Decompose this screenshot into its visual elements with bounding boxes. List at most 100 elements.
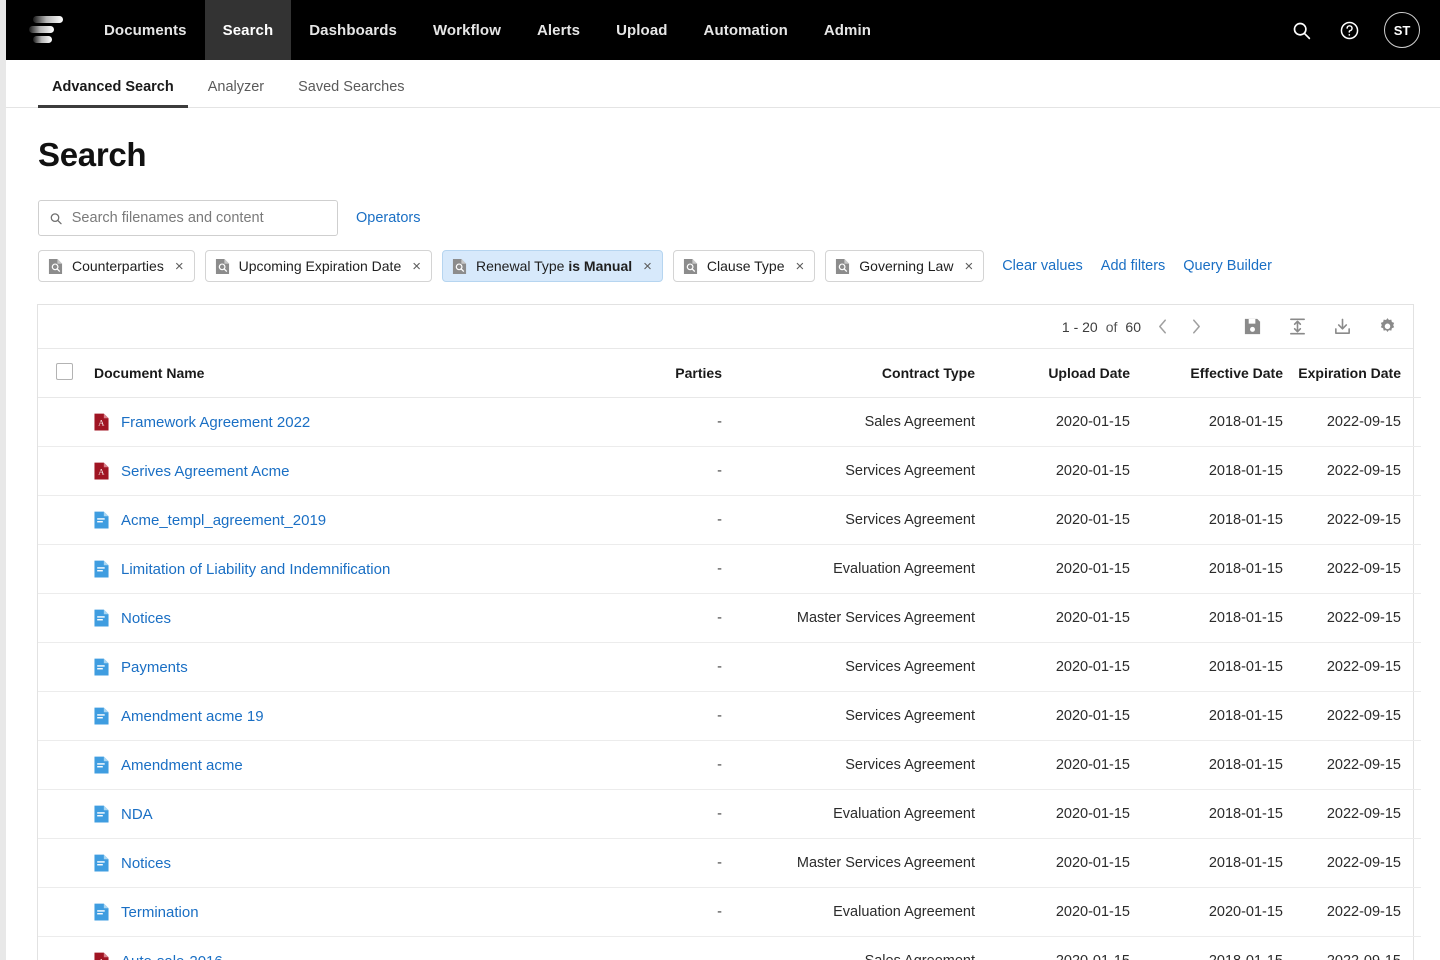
- filter-chip-governing-law[interactable]: Governing Law ×: [825, 250, 984, 282]
- column-header-document-name[interactable]: Document Name: [94, 349, 660, 398]
- column-header-expiration-date[interactable]: Expiration Date: [1283, 349, 1421, 398]
- chip-label: Governing Law: [859, 258, 953, 274]
- document-name-link[interactable]: Termination: [121, 904, 199, 921]
- close-icon[interactable]: ×: [964, 259, 973, 274]
- tab-advanced-search[interactable]: Advanced Search: [38, 79, 188, 107]
- download-icon[interactable]: [1333, 317, 1352, 336]
- document-name-link[interactable]: Amendment acme 19: [121, 708, 264, 725]
- table-row[interactable]: Notices-Master Services Agreement2020-01…: [38, 594, 1421, 643]
- filter-chip-counterparties[interactable]: Counterparties ×: [38, 250, 195, 282]
- table-row[interactable]: NDA-Evaluation Agreement2020-01-152018-0…: [38, 790, 1421, 839]
- add-filters-link[interactable]: Add filters: [1101, 258, 1165, 274]
- app-logo[interactable]: [6, 0, 86, 60]
- column-header-upload-date[interactable]: Upload Date: [975, 349, 1130, 398]
- row-select-cell: [38, 496, 94, 545]
- nav-item-alerts[interactable]: Alerts: [519, 0, 598, 60]
- parties-cell: -: [660, 790, 722, 839]
- column-header-parties[interactable]: Parties: [660, 349, 722, 398]
- doc-file-icon: [94, 658, 109, 676]
- row-height-icon[interactable]: [1288, 317, 1307, 336]
- svg-text:A: A: [98, 957, 105, 960]
- upload-date-cell: 2020-01-15: [975, 937, 1130, 960]
- document-name-link[interactable]: Amendment acme: [121, 757, 243, 774]
- contract-type-cell: Master Services Agreement: [722, 594, 975, 643]
- document-name-cell: NDA: [94, 790, 660, 839]
- table-row[interactable]: Acme_templ_agreement_2019-Services Agree…: [38, 496, 1421, 545]
- filter-chip-clause-type[interactable]: Clause Type ×: [673, 250, 815, 282]
- expiration-date-cell: 2022-09-15: [1283, 692, 1421, 741]
- close-icon[interactable]: ×: [175, 259, 184, 274]
- contract-type-cell: Master Services Agreement: [722, 839, 975, 888]
- column-header-effective-date[interactable]: Effective Date: [1130, 349, 1283, 398]
- search-input-container[interactable]: [38, 200, 338, 236]
- nav-item-workflow[interactable]: Workflow: [415, 0, 519, 60]
- table-row[interactable]: ASerives Agreement Acme-Services Agreeme…: [38, 447, 1421, 496]
- tab-saved-searches[interactable]: Saved Searches: [284, 79, 418, 107]
- close-icon[interactable]: ×: [643, 259, 652, 274]
- nav-label: Alerts: [537, 22, 580, 39]
- parties-cell: -: [660, 937, 722, 960]
- contract-type-cell: Evaluation Agreement: [722, 888, 975, 937]
- operators-link[interactable]: Operators: [356, 210, 420, 226]
- nav-item-dashboards[interactable]: Dashboards: [291, 0, 415, 60]
- row-select-cell: [38, 839, 94, 888]
- expiration-date-cell: 2022-09-15: [1283, 447, 1421, 496]
- table-row[interactable]: A Auto-sale-2016 -Sales Agreement2020-01-1…: [38, 937, 1421, 960]
- page-title: Search: [6, 108, 1440, 174]
- close-icon[interactable]: ×: [412, 259, 421, 274]
- pdf-file-icon: A: [94, 952, 109, 960]
- tab-analyzer[interactable]: Analyzer: [194, 79, 278, 107]
- save-icon[interactable]: [1243, 317, 1262, 336]
- contract-type-cell: Sales Agreement: [722, 937, 975, 960]
- document-name-link[interactable]: Payments: [121, 659, 188, 676]
- table-header-row: Document Name Parties Contract Type Uplo…: [38, 349, 1421, 398]
- table-row[interactable]: Amendment acme-Services Agreement2020-01…: [38, 741, 1421, 790]
- upload-date-cell: 2020-01-15: [975, 790, 1130, 839]
- filter-chip-upcoming-expiration-date[interactable]: Upcoming Expiration Date ×: [205, 250, 432, 282]
- nav-item-documents[interactable]: Documents: [86, 0, 205, 60]
- effective-date-cell: 2018-01-15: [1130, 643, 1283, 692]
- upload-date-cell: 2020-01-15: [975, 692, 1130, 741]
- search-input[interactable]: [72, 210, 327, 226]
- table-row[interactable]: Payments-Services Agreement2020-01-15201…: [38, 643, 1421, 692]
- contract-type-cell: Services Agreement: [722, 643, 975, 692]
- nav-item-upload[interactable]: Upload: [598, 0, 685, 60]
- chip-value: is Manual: [568, 258, 632, 274]
- clear-values-link[interactable]: Clear values: [1002, 258, 1083, 274]
- select-all-checkbox[interactable]: [56, 363, 73, 380]
- document-name-link[interactable]: Limitation of Liability and Indemnificat…: [121, 561, 390, 578]
- nav-item-automation[interactable]: Automation: [686, 0, 806, 60]
- filter-chip-renewal-type[interactable]: Renewal Type is Manual ×: [442, 250, 663, 282]
- table-row[interactable]: Amendment acme 19-Services Agreement2020…: [38, 692, 1421, 741]
- document-name-link[interactable]: Notices: [121, 855, 171, 872]
- chevron-left-icon[interactable]: [1149, 314, 1175, 340]
- query-builder-link[interactable]: Query Builder: [1183, 258, 1272, 274]
- document-name-cell: Notices: [94, 594, 660, 643]
- expiration-date-cell: 2022-09-15: [1283, 496, 1421, 545]
- column-header-contract-type[interactable]: Contract Type: [722, 349, 975, 398]
- svg-text:A: A: [98, 418, 105, 428]
- settings-gear-icon[interactable]: [1378, 317, 1397, 336]
- document-name-link[interactable]: NDA: [121, 806, 153, 823]
- table-row[interactable]: Notices-Master Services Agreement2020-01…: [38, 839, 1421, 888]
- primary-nav-items: Documents Search Dashboards Workflow Ale…: [86, 0, 889, 60]
- document-name-link[interactable]: Auto-sale-2016: [121, 953, 223, 960]
- table-row[interactable]: Limitation of Liability and Indemnificat…: [38, 545, 1421, 594]
- filter-doc-search-icon: [452, 258, 467, 275]
- table-row[interactable]: AFramework Agreement 2022-Sales Agreemen…: [38, 398, 1421, 447]
- contract-type-cell: Evaluation Agreement: [722, 545, 975, 594]
- help-circle-icon[interactable]: [1336, 17, 1362, 43]
- avatar[interactable]: ST: [1384, 12, 1420, 48]
- table-toolbar-icons: [1243, 317, 1397, 336]
- document-name-link[interactable]: Serives Agreement Acme: [121, 463, 289, 480]
- close-icon[interactable]: ×: [796, 259, 805, 274]
- parties-cell: -: [660, 496, 722, 545]
- document-name-link[interactable]: Framework Agreement 2022: [121, 414, 310, 431]
- table-row[interactable]: Termination-Evaluation Agreement2020-01-…: [38, 888, 1421, 937]
- nav-item-search[interactable]: Search: [205, 0, 292, 60]
- nav-item-admin[interactable]: Admin: [806, 0, 889, 60]
- chevron-right-icon[interactable]: [1183, 314, 1209, 340]
- document-name-link[interactable]: Acme_templ_agreement_2019: [121, 512, 326, 529]
- document-name-link[interactable]: Notices: [121, 610, 171, 627]
- search-icon[interactable]: [1288, 17, 1314, 43]
